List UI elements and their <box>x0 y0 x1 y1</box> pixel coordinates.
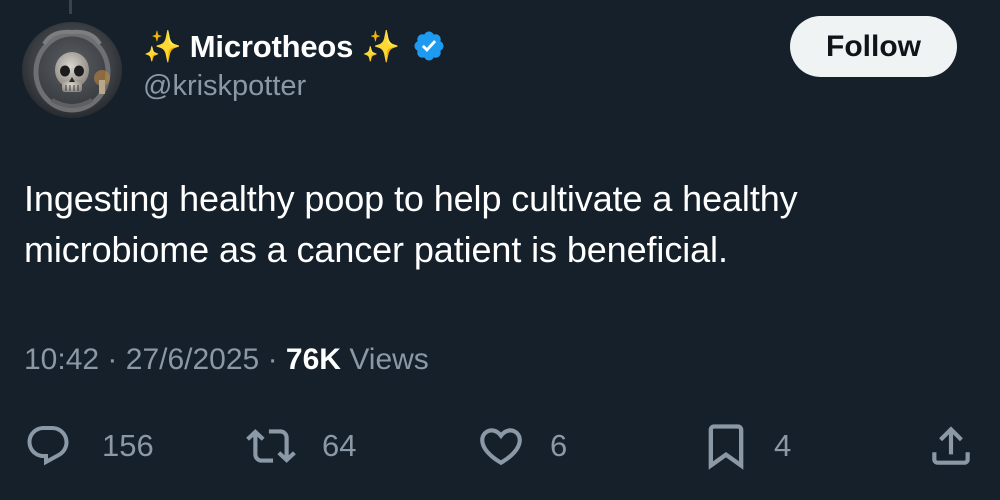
tweet-text: Ingesting healthy poop to help cultivate… <box>24 178 798 270</box>
reply-icon <box>27 426 69 466</box>
name-row: ✨ Microtheos ✨ <box>143 26 446 66</box>
reply-button[interactable]: 156 <box>24 418 154 474</box>
share-icon <box>932 426 970 465</box>
action-bar: 156 64 6 4 <box>0 418 1000 474</box>
heart-icon <box>480 428 522 466</box>
bookmark-count: 4 <box>774 428 792 463</box>
reply-count: 156 <box>102 428 154 463</box>
meta-separator: · <box>267 343 278 376</box>
bookmark-icon <box>708 424 744 470</box>
views-count[interactable]: 76K <box>286 343 341 376</box>
repost-button[interactable]: 64 <box>246 418 356 474</box>
tweet-date[interactable]: 27/6/2025 <box>126 343 259 376</box>
thread-line <box>69 0 72 14</box>
bookmark-button[interactable]: 4 <box>700 418 791 474</box>
author-header: ✨ Microtheos ✨ @kriskpotter <box>143 26 446 103</box>
tweet-time[interactable]: 10:42 <box>24 343 99 376</box>
like-count: 6 <box>550 428 568 463</box>
verified-badge-icon[interactable] <box>412 29 446 63</box>
views-label: Views <box>349 343 429 376</box>
repost-count: 64 <box>322 428 357 463</box>
meta-separator: · <box>107 343 118 376</box>
display-name[interactable]: ✨ Microtheos ✨ <box>143 28 400 65</box>
share-button[interactable] <box>926 418 976 474</box>
tweet-meta: 10:42 · 27/6/2025 · 76K Views <box>24 343 429 377</box>
avatar[interactable] <box>22 22 122 118</box>
user-handle[interactable]: @kriskpotter <box>143 70 446 103</box>
repost-icon <box>246 429 296 463</box>
follow-button[interactable]: Follow <box>790 16 957 77</box>
skull-avatar-icon <box>22 22 122 118</box>
like-button[interactable]: 6 <box>476 418 567 474</box>
tweet: ✨ Microtheos ✨ @kriskpotter Follow Inges… <box>0 0 1000 500</box>
